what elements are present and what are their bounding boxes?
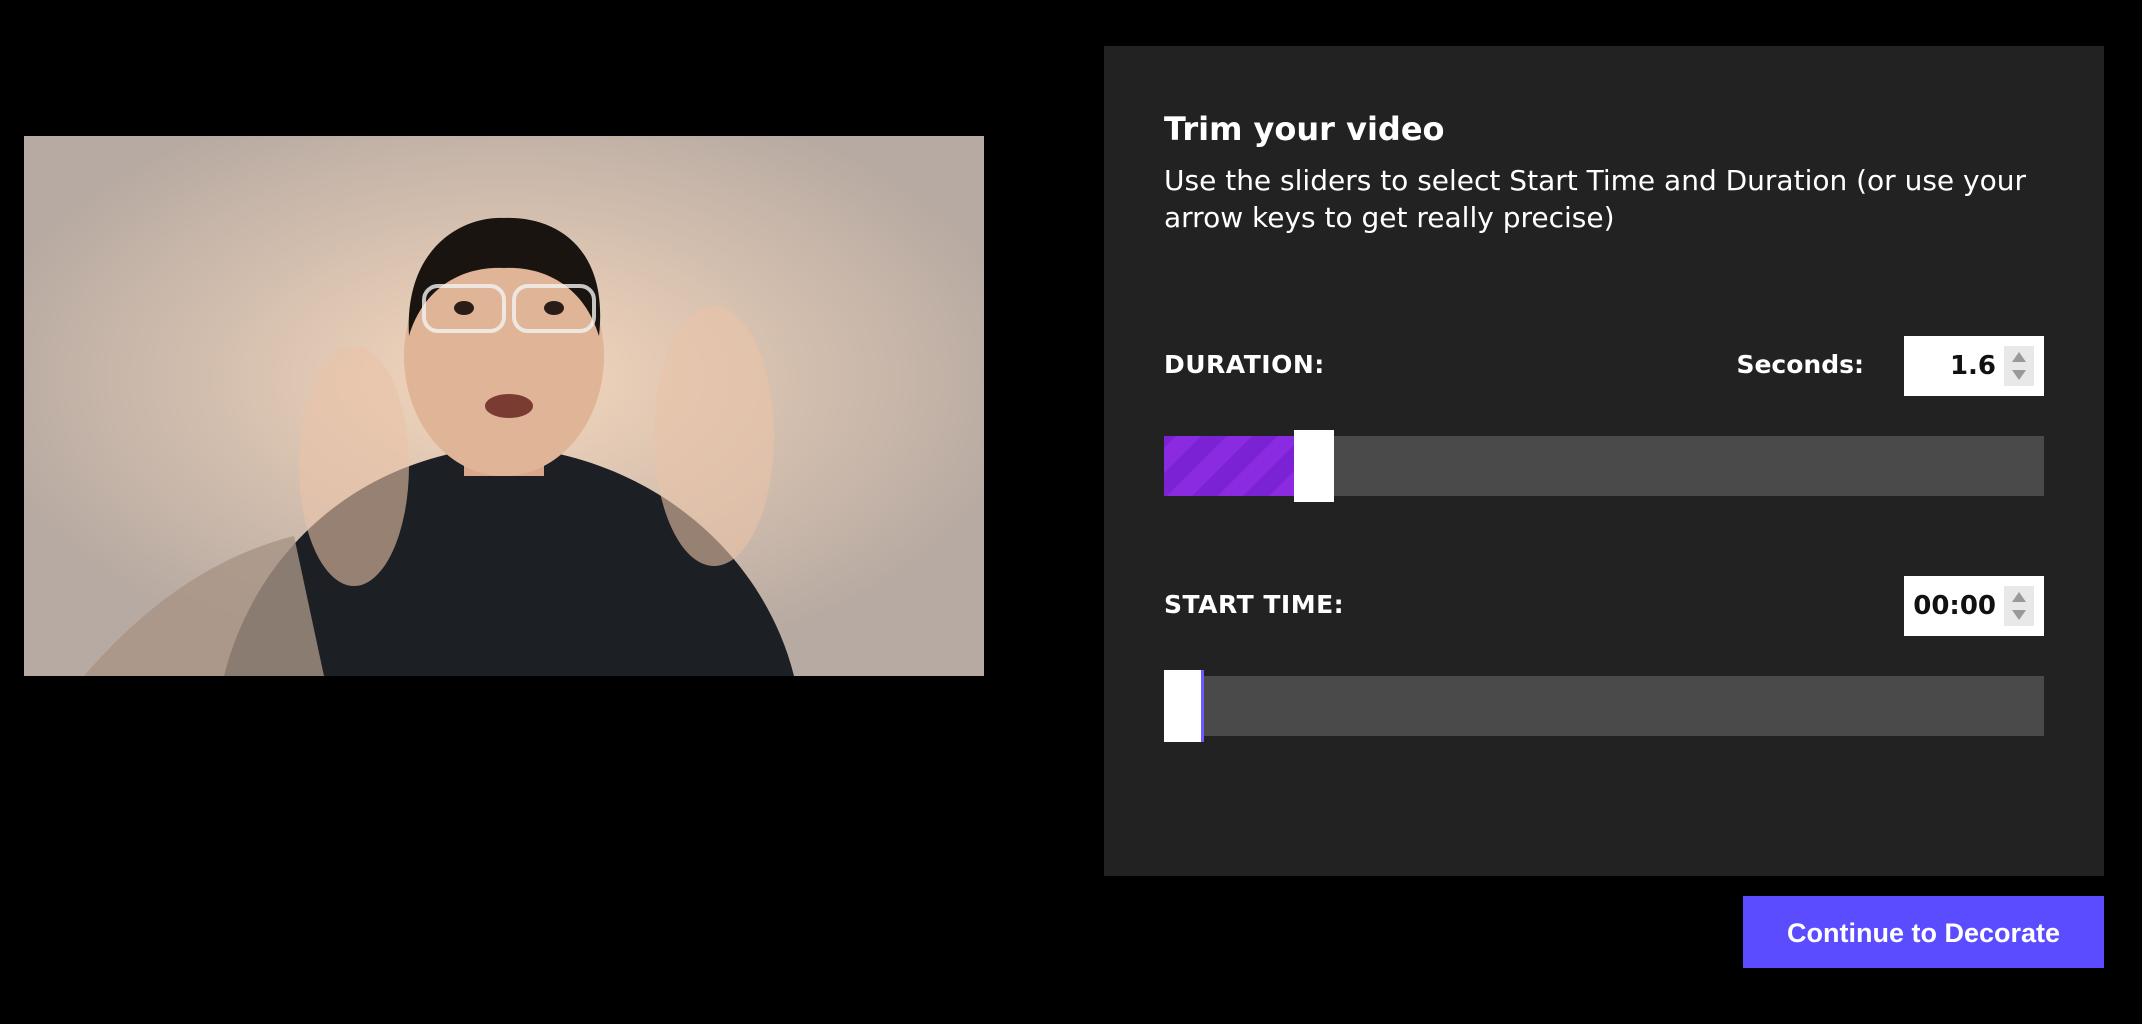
spin-down-icon[interactable] <box>2012 370 2026 380</box>
duration-seconds-input[interactable]: 1.6 <box>1904 336 2044 396</box>
continue-to-decorate-button[interactable]: Continue to Decorate <box>1743 896 2104 968</box>
start-time-slider-thumb[interactable] <box>1164 670 1204 742</box>
start-time-spinner[interactable] <box>2004 586 2034 626</box>
duration-slider-thumb[interactable] <box>1294 430 1334 502</box>
start-time-slider[interactable] <box>1164 670 2044 742</box>
start-time-value: 00:00 <box>1913 591 1996 621</box>
panel-description: Use the sliders to select Start Time and… <box>1164 164 2027 234</box>
duration-seconds-value: 1.6 <box>1949 351 1996 381</box>
video-frame-image <box>24 136 984 676</box>
duration-slider-fill <box>1164 436 1294 496</box>
duration-slider[interactable] <box>1164 430 2044 502</box>
start-time-label: START TIME: <box>1164 590 1345 619</box>
spin-up-icon[interactable] <box>2012 592 2026 602</box>
seconds-label: Seconds: <box>1736 350 1864 379</box>
spin-down-icon[interactable] <box>2012 610 2026 620</box>
video-preview[interactable] <box>24 136 984 676</box>
duration-spinner[interactable] <box>2004 346 2034 386</box>
duration-label: DURATION: <box>1164 350 1325 379</box>
start-time-input[interactable]: 00:00 <box>1904 576 2044 636</box>
trim-panel: Trim your video Use the sliders to selec… <box>1104 46 2104 876</box>
spin-up-icon[interactable] <box>2012 352 2026 362</box>
panel-title: Trim your video <box>1164 110 1445 148</box>
